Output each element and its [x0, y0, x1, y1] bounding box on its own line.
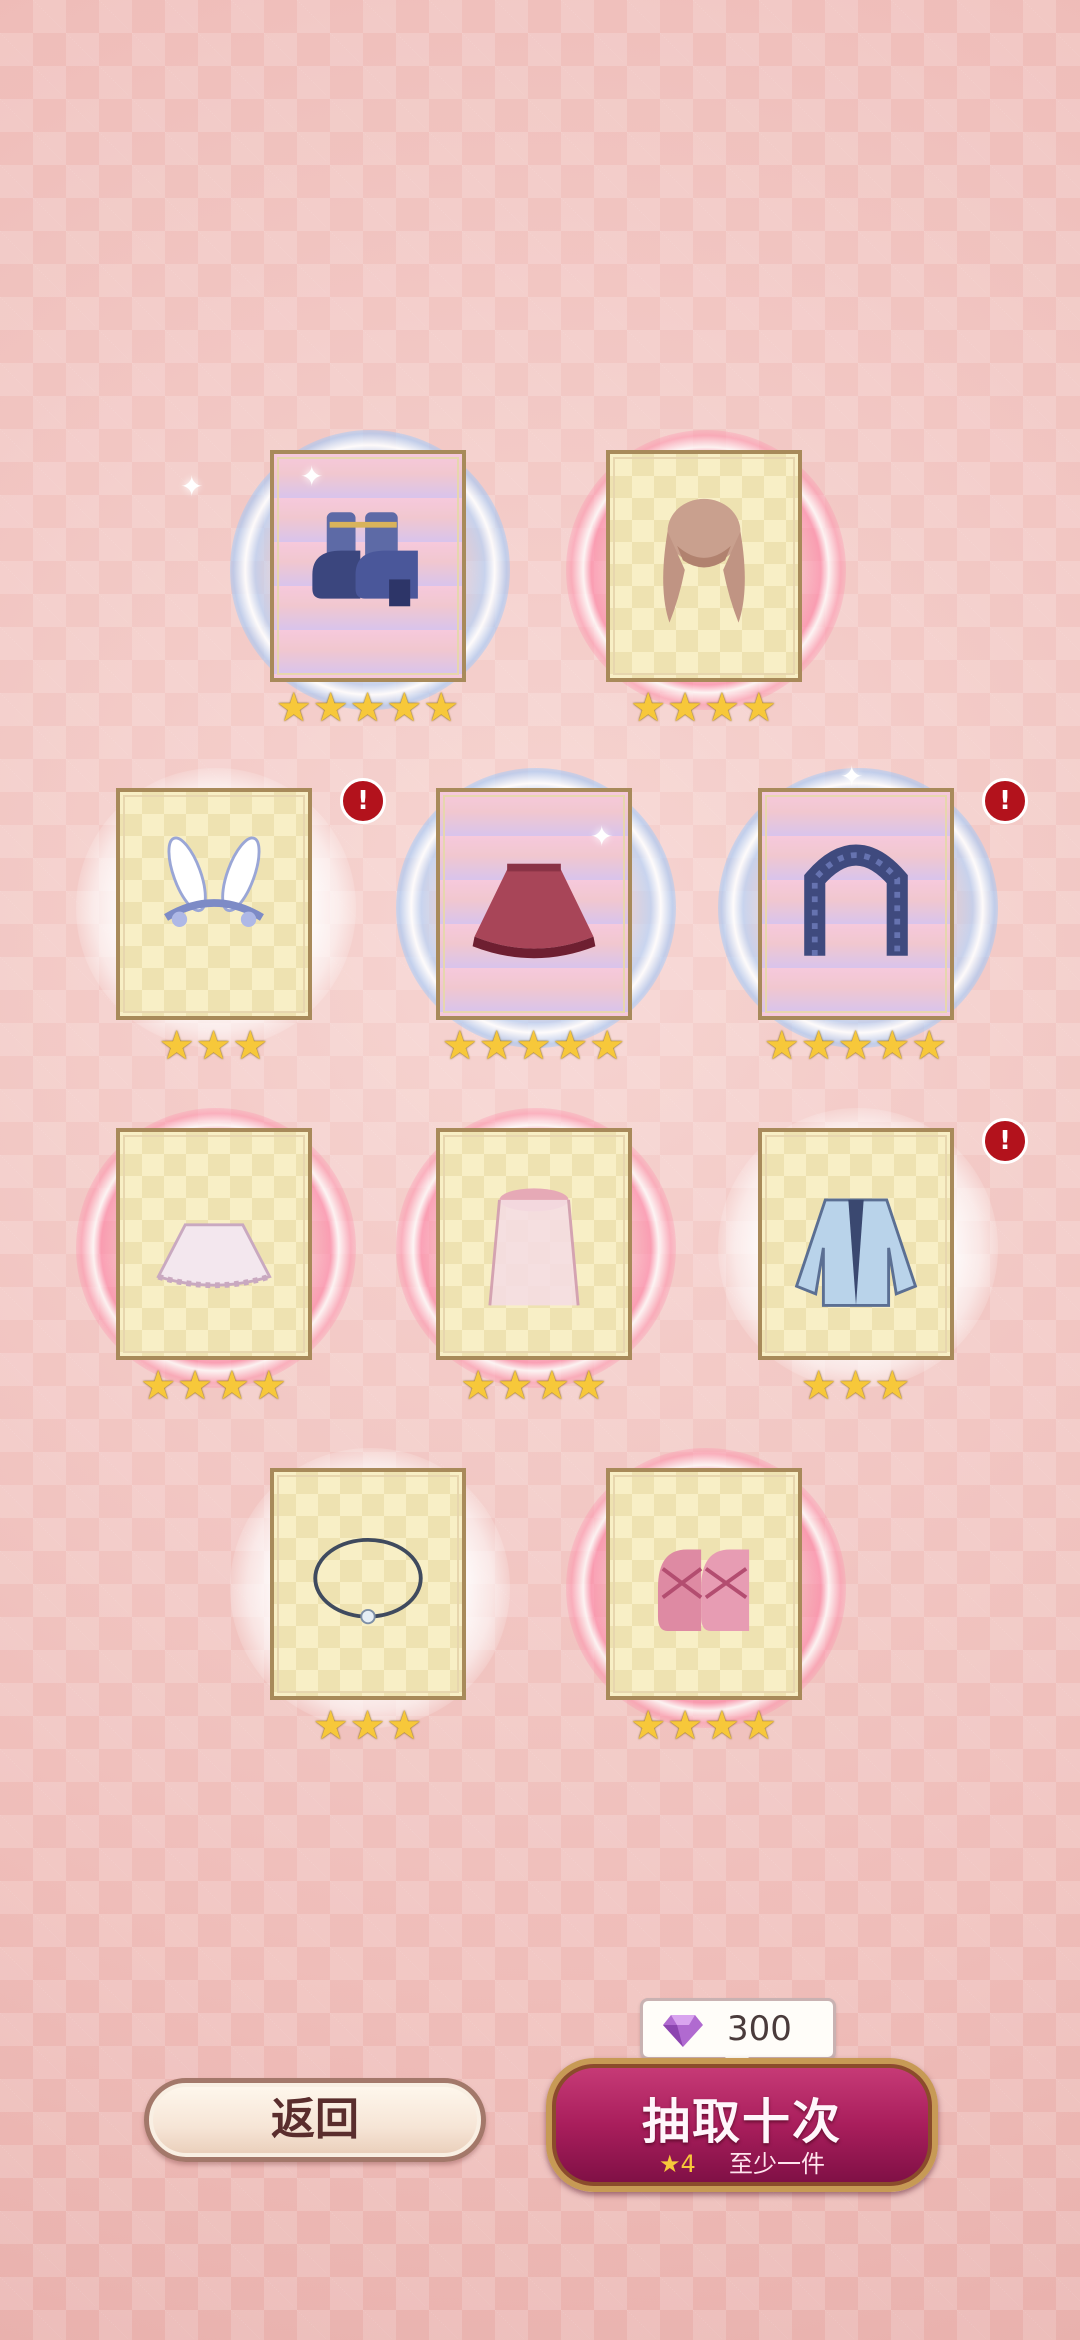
- star-rating: ★★★: [158, 1023, 270, 1069]
- star-rating: ★★★: [312, 1703, 424, 1749]
- petticoat-icon: [156, 1223, 272, 1289]
- item-frame: [270, 1468, 466, 1700]
- draw-ten-label: 抽取十次: [641, 2094, 842, 2150]
- hair-icon: [663, 498, 745, 623]
- new-badge: !: [982, 778, 1028, 824]
- diamond-gem-icon: [663, 2015, 703, 2047]
- guarantee-star: ★4: [658, 2150, 696, 2178]
- item-frame: [758, 788, 954, 1020]
- item-frame: [436, 1128, 632, 1360]
- veil-icon: [488, 1188, 580, 1306]
- sparkle-icon: ✦: [840, 760, 864, 793]
- star-rating: ★★★★: [630, 1703, 778, 1749]
- item-card-10[interactable]: ★★★★: [566, 1448, 866, 1758]
- item-card-4[interactable]: ★★★★★: [396, 768, 696, 1078]
- star-rating: ★★★★: [140, 1363, 288, 1409]
- star-rating: ★★★★: [630, 685, 778, 731]
- new-badge: !: [982, 1118, 1028, 1164]
- cost-value: 300: [727, 2009, 792, 2049]
- item-frame: [606, 450, 802, 682]
- item-card-9[interactable]: ★★★: [230, 1448, 530, 1758]
- item-frame: [116, 788, 312, 1020]
- item-card-5[interactable]: ! ★★★★★: [718, 768, 1028, 1078]
- item-frame: [606, 1468, 802, 1700]
- bunny-headband-icon: [164, 836, 264, 928]
- star-rating: ★★★: [800, 1363, 912, 1409]
- item-card-7[interactable]: ★★★★: [396, 1108, 696, 1418]
- necklace-icon: [313, 1537, 423, 1625]
- pink-shoes-icon: [657, 1549, 750, 1631]
- draw-ten-button[interactable]: 抽取十次 ★4 至少一件: [546, 2058, 938, 2192]
- jacket-icon: [794, 1198, 918, 1307]
- item-frame: [758, 1128, 954, 1360]
- sparkle-icon: ✦: [590, 820, 614, 853]
- cost-tag: 300: [640, 1998, 836, 2071]
- new-badge: !: [340, 778, 386, 824]
- back-button[interactable]: 返回: [144, 2078, 486, 2162]
- item-card-8[interactable]: ! ★★★: [718, 1108, 1028, 1418]
- item-card-2[interactable]: ★★★★: [566, 430, 866, 740]
- item-card-1[interactable]: ★★★★★: [230, 430, 530, 740]
- item-card-3[interactable]: ! ★★★: [76, 768, 386, 1078]
- star-rating: ★★★★★: [763, 1023, 949, 1069]
- sparkle-icon: ✦: [300, 460, 324, 493]
- guarantee-text: ★4 至少一件: [552, 2144, 932, 2179]
- item-card-6[interactable]: ★★★★: [76, 1108, 376, 1418]
- star-rating: ★★★★★: [441, 1023, 627, 1069]
- star-rating: ★★★★★: [275, 685, 461, 731]
- collar-chain-icon: [804, 844, 908, 956]
- item-frame: [116, 1128, 312, 1360]
- star-rating: ★★★★: [460, 1363, 608, 1409]
- sparkle-icon: ✦: [180, 470, 204, 503]
- guarantee-label: 至少一件: [729, 2150, 826, 2178]
